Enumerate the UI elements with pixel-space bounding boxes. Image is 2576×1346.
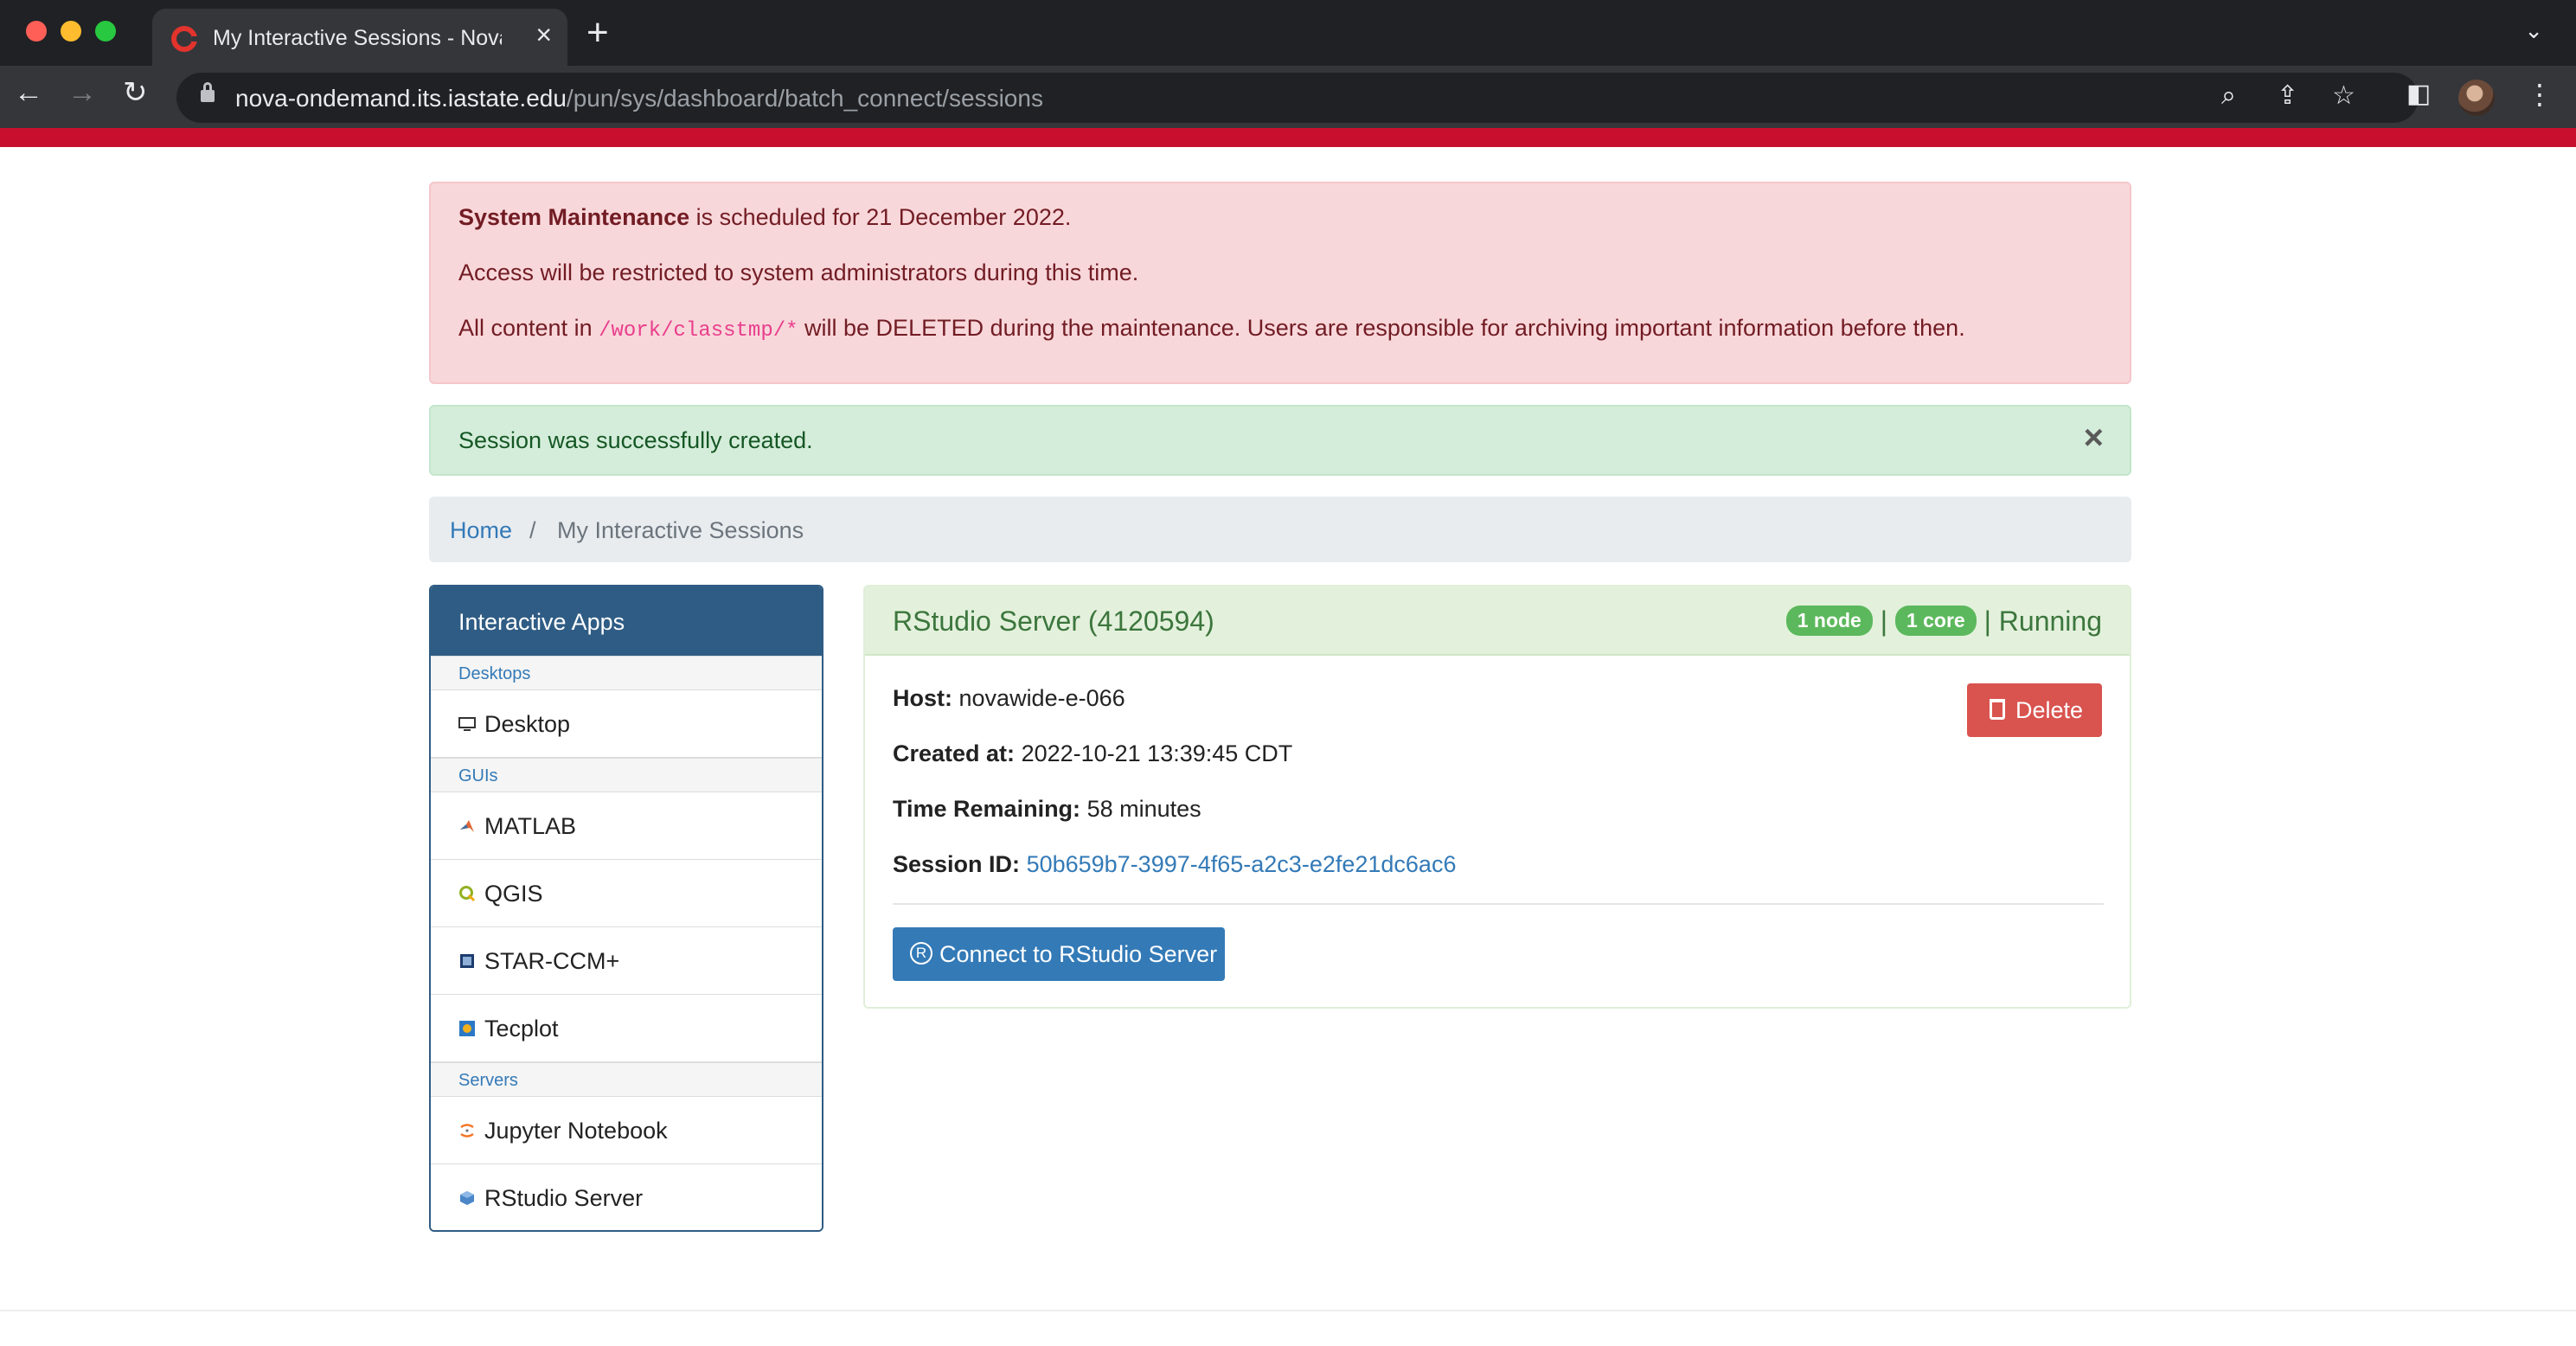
address-bar[interactable]: nova-ondemand.its.iastate.edu/pun/sys/da… <box>176 73 2419 123</box>
share-icon[interactable]: ⇪ <box>2277 83 2298 109</box>
close-tab-icon[interactable]: × <box>535 21 552 48</box>
maintenance-line-3: All content in /work/classtmp/* will be … <box>458 315 1965 343</box>
star-ccm-icon <box>460 954 474 968</box>
dismiss-alert-icon[interactable]: × <box>2084 420 2104 455</box>
session-card: RStudio Server (4120594) 1 node | 1 core… <box>863 585 2131 1009</box>
breadcrumb-current: My Interactive Sessions <box>557 517 804 543</box>
session-id-link[interactable]: 50b659b7-3997-4f65-a2c3-e2fe21dc6ac6 <box>1027 851 1457 877</box>
browser-tab[interactable]: My Interactive Sessions - Nova × <box>152 9 567 66</box>
monitor-icon <box>458 717 476 731</box>
tecplot-icon <box>459 1021 475 1036</box>
sidebar-item-matlab[interactable]: MATLAB <box>431 792 822 860</box>
host-row: Host: novawide-e-066 <box>893 685 1125 711</box>
created-row: Created at: 2022-10-21 13:39:45 CDT <box>893 740 1293 766</box>
sidebar-item-tecplot[interactable]: Tecplot <box>431 995 822 1062</box>
session-title: RStudio Server (4120594) <box>893 606 1214 637</box>
bookmark-star-icon[interactable]: ☆ <box>2332 83 2355 109</box>
qgis-icon <box>459 886 476 902</box>
delete-button[interactable]: Delete <box>1967 683 2102 737</box>
success-message: Session was successfully created. <box>458 427 813 453</box>
tab-title: My Interactive Sessions - Nova <box>213 26 502 50</box>
connect-rstudio-button[interactable]: R Connect to RStudio Server <box>893 927 1225 981</box>
close-window-button[interactable] <box>26 21 47 42</box>
sidebar-item-qgis[interactable]: QGIS <box>431 860 822 927</box>
panel-heading: Interactive Apps <box>431 586 822 656</box>
session-status: 1 node | 1 core | Running <box>1785 606 2102 638</box>
ondemand-favicon-icon <box>171 26 199 52</box>
maximize-window-button[interactable] <box>95 21 116 42</box>
sidebar-item-desktop[interactable]: Desktop <box>431 690 822 758</box>
chevron-down-icon[interactable]: ⌄ <box>2524 17 2543 44</box>
back-arrow-icon[interactable]: ← <box>14 78 43 107</box>
time-remaining-row: Time Remaining: 58 minutes <box>893 796 1201 822</box>
host-value: novawide-e-066 <box>958 685 1125 711</box>
jupyter-icon <box>460 1124 474 1138</box>
created-value: 2022-10-21 13:39:45 CDT <box>1021 740 1293 766</box>
breadcrumb: Home / My Interactive Sessions <box>429 497 2131 562</box>
success-alert: Session was successfully created. × <box>429 405 2131 476</box>
menu-kebab-icon[interactable]: ⋮ <box>2526 78 2554 111</box>
time-remaining-value: 58 minutes <box>1086 796 1201 822</box>
session-id-row: Session ID: 50b659b7-3997-4f65-a2c3-e2fe… <box>893 851 1457 877</box>
minimize-window-button[interactable] <box>61 21 81 42</box>
new-tab-button[interactable]: + <box>586 14 609 52</box>
browser-chrome: My Interactive Sessions - Nova × + ⌄ ← →… <box>0 0 2576 128</box>
sidebar-item-rstudio[interactable]: RStudio Server <box>431 1164 822 1230</box>
category-servers: Servers <box>431 1062 822 1097</box>
category-guis: GUIs <box>431 758 822 792</box>
breadcrumb-separator: / <box>529 517 536 543</box>
breadcrumb-home-link[interactable]: Home <box>450 517 512 544</box>
zoom-icon[interactable]: ⌕ <box>2221 83 2236 109</box>
rstudio-r-icon: R <box>910 942 932 965</box>
matlab-icon <box>460 820 474 832</box>
url-text: nova-ondemand.its.iastate.edu/pun/sys/da… <box>235 85 1043 112</box>
card-divider <box>893 903 2104 905</box>
side-panel-icon[interactable]: ◧ <box>2406 81 2431 107</box>
profile-avatar[interactable] <box>2458 80 2495 116</box>
classtmp-path: /work/classtmp/* <box>599 319 798 343</box>
maintenance-line-1: System Maintenance is scheduled for 21 D… <box>458 204 1072 230</box>
reload-icon[interactable]: ↻ <box>123 78 148 107</box>
maintenance-alert: System Maintenance is scheduled for 21 D… <box>429 182 2131 384</box>
sidebar-item-jupyter[interactable]: Jupyter Notebook <box>431 1097 822 1164</box>
footer-divider <box>0 1310 2576 1311</box>
status-text: Running <box>1998 606 2102 637</box>
node-count-badge: 1 node <box>1785 606 1873 636</box>
sidebar-item-star-ccm[interactable]: STAR-CCM+ <box>431 927 822 995</box>
rstudio-icon <box>460 1191 474 1205</box>
browser-toolbar: ← → ↻ nova-ondemand.its.iastate.edu/pun/… <box>0 66 2576 128</box>
category-desktops: Desktops <box>431 656 822 690</box>
core-count-badge: 1 core <box>1894 606 1977 636</box>
site-header-bar <box>0 128 2576 147</box>
maintenance-line-2: Access will be restricted to system admi… <box>458 260 1139 285</box>
lock-icon <box>201 82 215 102</box>
interactive-apps-panel: Interactive Apps Desktops Desktop GUIs M… <box>429 585 823 1232</box>
forward-arrow-icon[interactable]: → <box>67 78 97 107</box>
session-card-header: RStudio Server (4120594) 1 node | 1 core… <box>865 586 2130 656</box>
trash-icon <box>1990 699 2005 720</box>
